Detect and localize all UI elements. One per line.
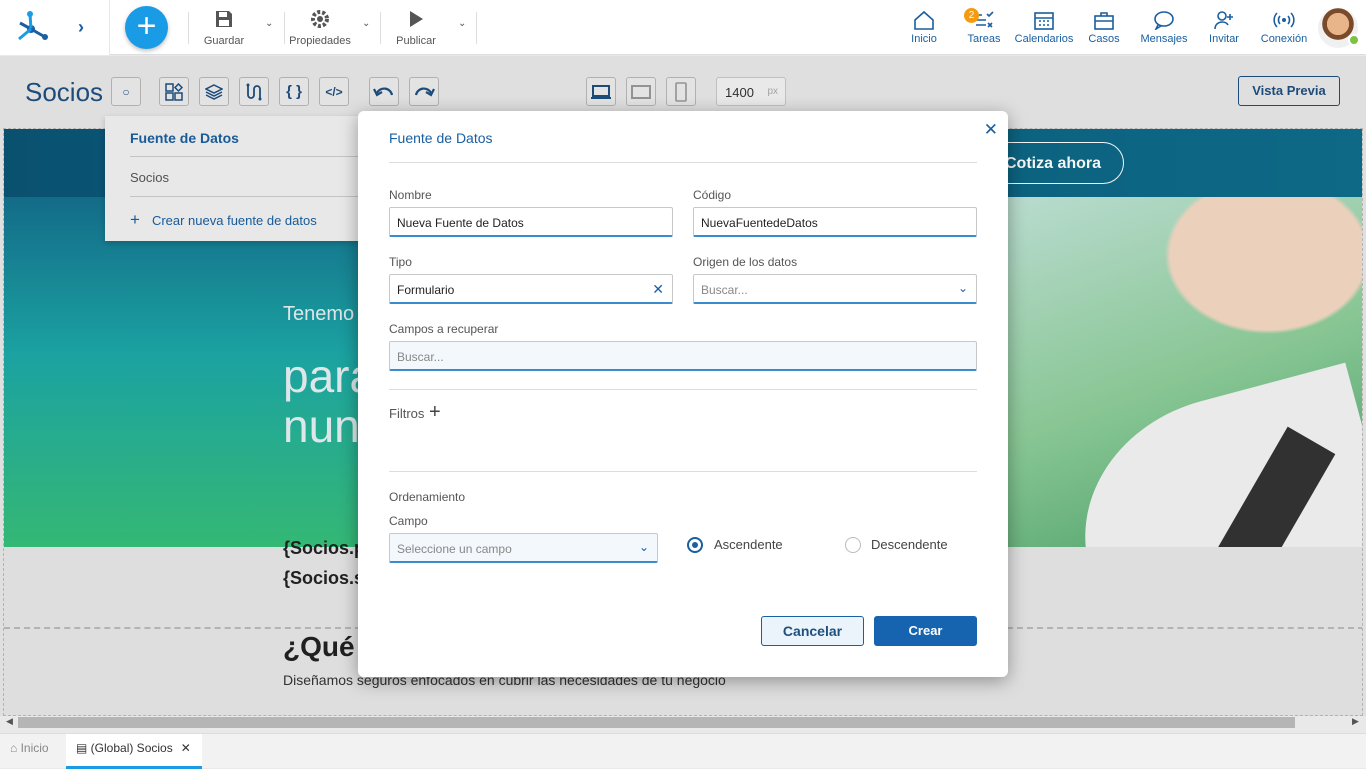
campos-search-input[interactable]: Buscar... bbox=[389, 341, 977, 371]
home-icon bbox=[904, 9, 944, 31]
origen-label: Origen de los datos bbox=[693, 255, 798, 269]
chevron-down-icon: ⌄ bbox=[638, 540, 649, 554]
campo-select[interactable]: Seleccione un campo ⌄ bbox=[389, 533, 658, 563]
descendente-label: Descendente bbox=[871, 537, 948, 552]
home-icon: ⌂ bbox=[10, 741, 21, 755]
tab-bar: ⌂ Inicio ▤ (Global) Socios ✕ bbox=[0, 733, 1366, 769]
chevron-down-icon: ⌄ bbox=[957, 281, 968, 295]
save-dropdown-icon[interactable]: ⌄ bbox=[265, 18, 273, 29]
campos-label: Campos a recuperar bbox=[389, 322, 499, 336]
origen-select[interactable]: Buscar... ⌄ bbox=[693, 274, 977, 304]
close-tab-icon[interactable]: ✕ bbox=[181, 741, 191, 755]
tab-global-socios[interactable]: ▤ (Global) Socios ✕ bbox=[66, 734, 202, 769]
codigo-input[interactable]: NuevaFuentedeDatos bbox=[693, 207, 977, 237]
tab-inicio[interactable]: ⌂ Inicio bbox=[0, 734, 59, 769]
descendente-radio[interactable] bbox=[845, 537, 861, 553]
scroll-left-icon[interactable]: ◀ bbox=[6, 716, 13, 727]
gear-icon bbox=[288, 8, 352, 30]
nav-calendarios[interactable]: Calendarios bbox=[1014, 9, 1074, 45]
expand-chevron-icon[interactable]: › bbox=[78, 17, 84, 38]
nav-inicio[interactable]: Inicio bbox=[904, 9, 944, 45]
nombre-label: Nombre bbox=[389, 188, 432, 202]
top-bar: › + Guardar ⌄ Propiedades ⌄ Publicar ⌄ I… bbox=[0, 0, 1366, 55]
properties-dropdown-icon[interactable]: ⌄ bbox=[362, 18, 370, 29]
scroll-right-icon[interactable]: ▶ bbox=[1352, 716, 1359, 727]
datasource-dialog: Fuente de Datos ✕ Nombre Nueva Fuente de… bbox=[358, 111, 1008, 677]
nav-casos[interactable]: Casos bbox=[1084, 9, 1124, 45]
ascendente-label: Ascendente bbox=[714, 537, 783, 552]
tipo-select[interactable]: Formulario ✕ bbox=[389, 274, 673, 304]
user-avatar[interactable] bbox=[1318, 8, 1360, 48]
nav-mensajes[interactable]: Mensajes bbox=[1139, 9, 1189, 45]
online-status-dot bbox=[1348, 34, 1360, 46]
codigo-label: Código bbox=[693, 188, 732, 202]
logo-icon bbox=[18, 11, 48, 41]
tasks-badge: 2 bbox=[964, 8, 979, 23]
signal-icon bbox=[1259, 9, 1309, 31]
nav-invitar[interactable]: Invitar bbox=[1203, 9, 1245, 45]
add-button[interactable]: + bbox=[125, 6, 168, 49]
save-button[interactable]: Guardar bbox=[198, 8, 250, 47]
create-button[interactable]: Crear bbox=[874, 616, 977, 646]
filtros-label: Filtros bbox=[389, 406, 425, 421]
chat-icon bbox=[1139, 9, 1189, 31]
clear-icon[interactable]: ✕ bbox=[652, 281, 664, 298]
publish-dropdown-icon[interactable]: ⌄ bbox=[458, 18, 466, 29]
play-icon bbox=[392, 8, 440, 30]
properties-button[interactable]: Propiedades bbox=[288, 8, 352, 47]
nombre-input[interactable]: Nueva Fuente de Datos bbox=[389, 207, 673, 237]
calendar-icon bbox=[1014, 9, 1074, 31]
horizontal-scrollbar[interactable] bbox=[18, 717, 1295, 728]
campo-label: Campo bbox=[389, 514, 428, 528]
ordenamiento-label: Ordenamiento bbox=[389, 490, 466, 504]
tipo-label: Tipo bbox=[389, 255, 412, 269]
page-icon: ▤ bbox=[76, 741, 91, 755]
publish-button[interactable]: Publicar bbox=[392, 8, 440, 47]
ascendente-radio[interactable] bbox=[687, 537, 703, 553]
add-filter-icon[interactable]: + bbox=[429, 401, 441, 424]
invite-icon bbox=[1203, 9, 1245, 31]
close-icon[interactable]: ✕ bbox=[984, 120, 998, 140]
save-icon bbox=[198, 8, 250, 30]
cancel-button[interactable]: Cancelar bbox=[761, 616, 864, 646]
briefcase-icon bbox=[1084, 9, 1124, 31]
dialog-title: Fuente de Datos bbox=[389, 130, 493, 146]
nav-conexion[interactable]: Conexión bbox=[1259, 9, 1309, 45]
app-logo[interactable]: › bbox=[0, 0, 110, 55]
